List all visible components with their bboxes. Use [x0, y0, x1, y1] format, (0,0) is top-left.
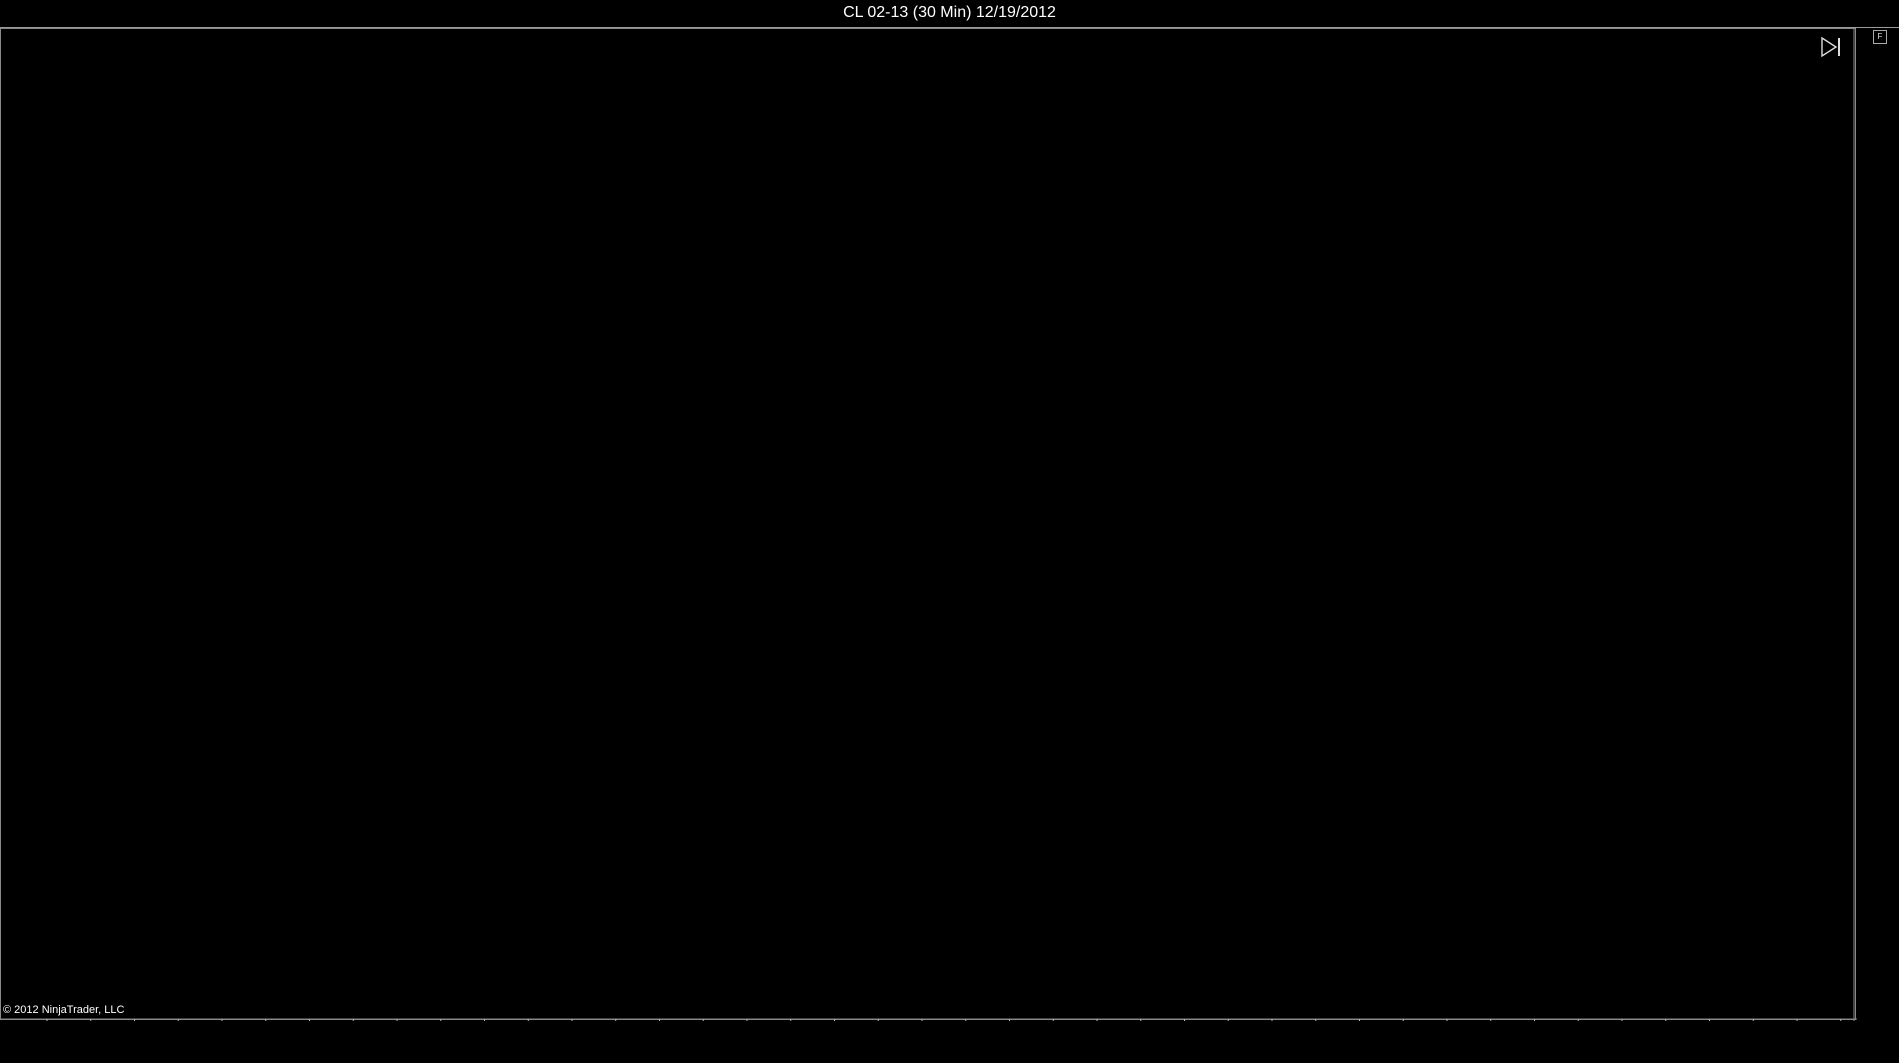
skip-to-end-icon[interactable] — [1819, 35, 1843, 59]
copyright-text: © 2012 NinjaTrader, LLC — [3, 1004, 125, 1016]
market-profile-chart: 86.4485.62167,08786.6585.89112,34686.538… — [1, 29, 1857, 1021]
chart-title: CL 02-13 (30 Min) 12/19/2012 — [843, 4, 1056, 21]
plot-area[interactable]: 86.4485.62167,08786.6585.89112,34686.538… — [0, 28, 1857, 1021]
f-button[interactable]: F — [1873, 30, 1887, 44]
title-bar: CL 02-13 (30 Min) 12/19/2012 — [0, 0, 1899, 28]
